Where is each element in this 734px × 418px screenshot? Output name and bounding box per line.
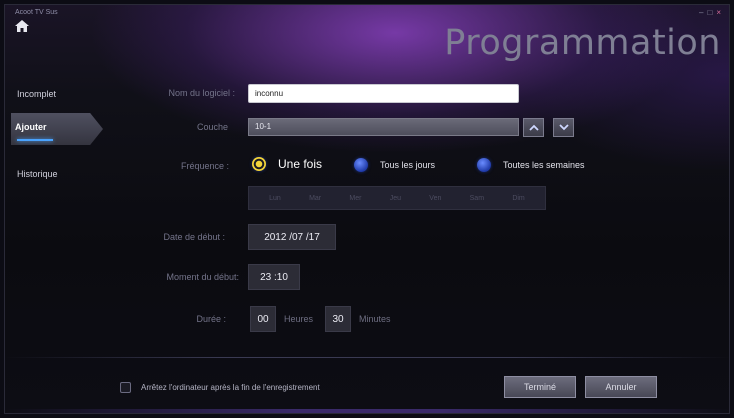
software-name-input[interactable] <box>248 84 519 103</box>
weekday-selector: Lun Mar Mer Jeu Ven Sam Dim <box>248 186 546 210</box>
radio-label: Une fois <box>278 157 323 171</box>
day-mar[interactable]: Mar <box>309 195 321 202</box>
layer-label: Couche <box>196 122 228 132</box>
day-lun[interactable]: Lun <box>269 195 281 202</box>
sidebar-item-label: Incomplet <box>17 89 57 99</box>
app-window: Acoot TV Sus – □ × Programmation Incompl… <box>4 4 730 414</box>
day-ven[interactable]: Ven <box>429 195 441 202</box>
page-title: Programmation <box>444 23 721 63</box>
chevron-up-icon <box>528 124 539 131</box>
day-dim[interactable]: Dim <box>512 195 524 202</box>
sidebar-item-label: Ajouter <box>15 122 47 132</box>
radio-label: Toutes les semaines <box>503 160 585 170</box>
done-button[interactable]: Terminé <box>504 376 576 398</box>
minimize-button[interactable]: – <box>699 8 703 17</box>
day-mer[interactable]: Mer <box>349 195 361 202</box>
frequency-label: Fréquence : <box>180 161 229 171</box>
sidebar-item-ajouter[interactable]: Ajouter <box>11 113 103 145</box>
chevron-down-icon <box>558 124 569 131</box>
duration-minutes-field[interactable]: 30 <box>325 306 351 332</box>
frequency-weekly-radio[interactable]: Toutes les semaines <box>477 158 585 172</box>
day-jeu[interactable]: Jeu <box>390 195 401 202</box>
duration-label: Durée : <box>196 314 226 324</box>
layer-down-button[interactable] <box>553 118 574 137</box>
frequency-once-radio[interactable]: Une fois <box>252 157 322 171</box>
sidebar-item-label: Historique <box>17 169 58 179</box>
footer-divider <box>5 357 729 358</box>
name-label: Nom du logiciel : <box>168 88 235 98</box>
radio-dot <box>477 158 491 172</box>
sidebar-item-incomplet[interactable]: Incomplet <box>13 81 101 107</box>
day-sam[interactable]: Sam <box>470 195 484 202</box>
start-time-label: Moment du début: <box>166 272 239 282</box>
layer-up-button[interactable] <box>523 118 544 137</box>
minutes-unit: Minutes <box>359 314 391 324</box>
shutdown-checkbox[interactable] <box>120 382 131 393</box>
maximize-button[interactable]: □ <box>707 8 712 17</box>
cancel-button[interactable]: Annuler <box>585 376 657 398</box>
start-date-field[interactable]: 2012 /07 /17 <box>248 224 336 250</box>
frequency-daily-radio[interactable]: Tous les jours <box>354 158 435 172</box>
duration-hours-field[interactable]: 00 <box>250 306 276 332</box>
close-button[interactable]: × <box>716 8 721 17</box>
start-time-field[interactable]: 23 :10 <box>248 264 300 290</box>
sidebar-item-historique[interactable]: Historique <box>13 161 101 187</box>
home-icon[interactable] <box>15 20 29 32</box>
shutdown-checkbox-label: Arrêtez l'ordinateur après la fin de l'e… <box>141 383 320 392</box>
radio-dot <box>252 157 266 171</box>
active-indicator <box>17 139 53 141</box>
start-date-label: Date de début : <box>163 232 225 242</box>
layer-select[interactable]: 10-1 <box>248 118 519 136</box>
window-controls: – □ × <box>699 8 721 17</box>
app-name: Acoot TV Sus <box>15 9 58 16</box>
hours-unit: Heures <box>284 314 314 324</box>
radio-label: Tous les jours <box>380 160 436 170</box>
radio-dot <box>354 158 368 172</box>
bottom-glow <box>5 409 729 413</box>
